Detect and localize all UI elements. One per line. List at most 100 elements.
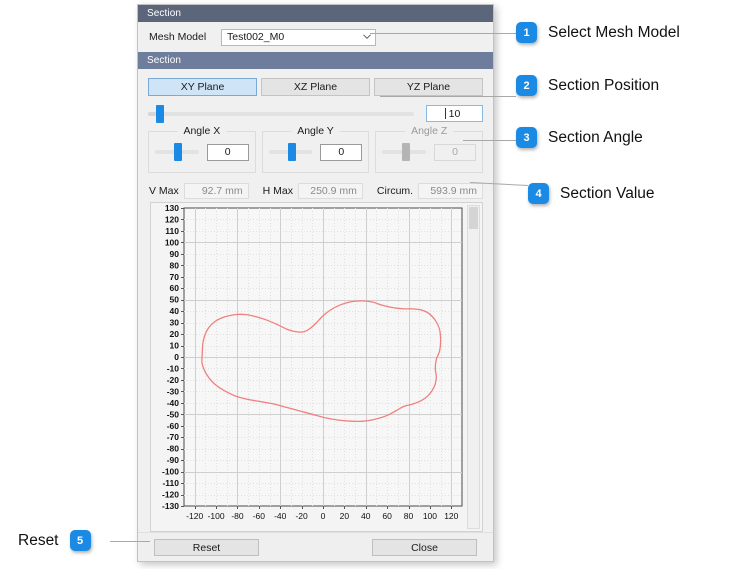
callout-3: 3 Section Angle	[516, 127, 643, 148]
svg-text:-120: -120	[186, 511, 203, 521]
callout-2: 2 Section Position	[516, 75, 659, 96]
svg-text:-80: -80	[231, 511, 244, 521]
svg-text:40: 40	[170, 306, 180, 316]
section-value-row: V Max 92.7 mm H Max 250.9 mm Circum. 593…	[138, 173, 493, 199]
svg-text:-60: -60	[167, 421, 180, 431]
svg-text:0: 0	[174, 352, 179, 362]
callout-leader-1	[370, 33, 516, 34]
angle-x-slider[interactable]	[155, 143, 199, 161]
angle-y-slider[interactable]	[268, 143, 313, 161]
svg-text:-100: -100	[208, 511, 225, 521]
callout-label-3: Section Angle	[548, 128, 643, 146]
mesh-model-label: Mesh Model	[149, 31, 207, 43]
angle-x-group: Angle X 0	[148, 125, 256, 173]
section-chart-panel: 130 120 110 100 90 80 70 60 50 40 30 20 10 0 -10 -20 -30…	[150, 202, 483, 532]
svg-text:-100: -100	[162, 467, 179, 477]
circum-label: Circum.	[376, 185, 414, 197]
callout-label-4: Section Value	[560, 184, 655, 202]
svg-text:100: 100	[165, 237, 179, 247]
chart-scrollbar-thumb[interactable]	[469, 207, 478, 229]
section-dialog: Section Mesh Model Test002_M0 Section XY…	[137, 4, 494, 562]
mesh-model-row: Mesh Model Test002_M0	[138, 22, 493, 52]
callout-badge-5: 5	[69, 530, 91, 551]
svg-text:20: 20	[340, 511, 350, 521]
plane-tab-bar: XY Plane XZ Plane YZ Plane	[138, 69, 493, 96]
svg-text:130: 130	[165, 203, 179, 213]
callout-label-1: Select Mesh Model	[548, 23, 680, 41]
callout-badge-4: 4	[528, 183, 549, 204]
section-position-slider[interactable]	[148, 104, 414, 123]
svg-text:80: 80	[170, 260, 180, 270]
chevron-down-icon	[363, 33, 371, 40]
svg-text:60: 60	[382, 511, 392, 521]
callout-label-2: Section Position	[548, 76, 660, 94]
svg-text:-40: -40	[167, 398, 180, 408]
callout-leader-3	[463, 140, 516, 141]
svg-text:60: 60	[170, 283, 180, 293]
callout-label-5: Reset	[18, 531, 59, 549]
dialog-button-bar: Reset Close	[138, 532, 493, 561]
reset-button[interactable]: Reset	[154, 538, 259, 556]
svg-text:-110: -110	[162, 478, 179, 488]
angle-x-input[interactable]: 0	[206, 143, 249, 161]
svg-text:40: 40	[361, 511, 371, 521]
angle-y-input[interactable]: 0	[320, 143, 363, 161]
tab-xy-plane[interactable]: XY Plane	[148, 78, 257, 96]
close-button[interactable]: Close	[372, 538, 477, 556]
svg-text:80: 80	[404, 511, 414, 521]
callout-leader-2	[380, 96, 516, 97]
section-chart: 130 120 110 100 90 80 70 60 50 40 30 20 10 0 -10 -20 -30…	[151, 203, 482, 531]
svg-text:-50: -50	[167, 409, 180, 419]
section-position-row: 10	[138, 96, 493, 123]
callout-badge-3: 3	[516, 127, 537, 148]
angle-z-label: Angle Z	[405, 125, 454, 137]
angle-x-label: Angle X	[177, 125, 227, 137]
svg-text:-40: -40	[274, 511, 287, 521]
section-position-slider-thumb[interactable]	[155, 104, 164, 123]
svg-text:-20: -20	[295, 511, 308, 521]
angle-z-slider-thumb	[401, 143, 410, 161]
svg-text:120: 120	[444, 511, 458, 521]
callout-badge-1: 1	[516, 22, 537, 43]
callout-badge-2: 2	[516, 75, 537, 96]
svg-text:-20: -20	[167, 375, 180, 385]
angle-y-slider-thumb[interactable]	[287, 143, 296, 161]
angle-z-slider	[382, 143, 427, 161]
angle-x-slider-thumb[interactable]	[174, 143, 183, 161]
angle-y-group: Angle Y 0	[261, 125, 370, 173]
svg-text:-70: -70	[167, 432, 180, 442]
chart-vertical-scrollbar[interactable]	[467, 205, 480, 529]
angle-z-input: 0	[434, 143, 477, 161]
angle-z-group: Angle Z 0	[375, 125, 484, 173]
mesh-model-value: Test002_M0	[227, 31, 285, 43]
svg-text:-80: -80	[167, 444, 180, 454]
v-max-value: 92.7 mm	[183, 183, 249, 199]
svg-text:30: 30	[170, 318, 180, 328]
callout-4: 4 Section Value	[528, 183, 655, 204]
v-max-label: V Max	[149, 185, 179, 197]
svg-text:-10: -10	[167, 363, 180, 373]
callout-1: 1 Select Mesh Model	[516, 22, 680, 43]
callout-5: Reset 5	[18, 530, 91, 551]
section-angle-row: Angle X 0 Angle Y 0 Angle Z 0	[138, 122, 493, 173]
tab-xz-plane[interactable]: XZ Plane	[261, 78, 370, 96]
h-max-value: 250.9 mm	[298, 183, 363, 199]
section-position-input[interactable]: 10	[426, 105, 483, 122]
svg-text:-30: -30	[167, 386, 180, 396]
svg-text:-130: -130	[162, 501, 179, 511]
svg-text:20: 20	[170, 329, 180, 339]
section-position-value: 10	[448, 107, 461, 120]
svg-text:100: 100	[423, 511, 437, 521]
svg-text:-90: -90	[167, 455, 180, 465]
svg-text:120: 120	[165, 214, 179, 224]
callout-leader-5	[110, 541, 150, 542]
section-header-top: Section	[138, 5, 493, 22]
circum-value: 593.9 mm	[418, 183, 483, 199]
svg-text:50: 50	[170, 295, 180, 305]
h-max-label: H Max	[262, 185, 294, 197]
svg-text:10: 10	[170, 341, 180, 351]
mesh-model-combobox[interactable]: Test002_M0	[221, 28, 376, 46]
svg-text:-60: -60	[253, 511, 266, 521]
section-header-second: Section	[138, 52, 493, 69]
tab-yz-plane[interactable]: YZ Plane	[374, 78, 483, 96]
